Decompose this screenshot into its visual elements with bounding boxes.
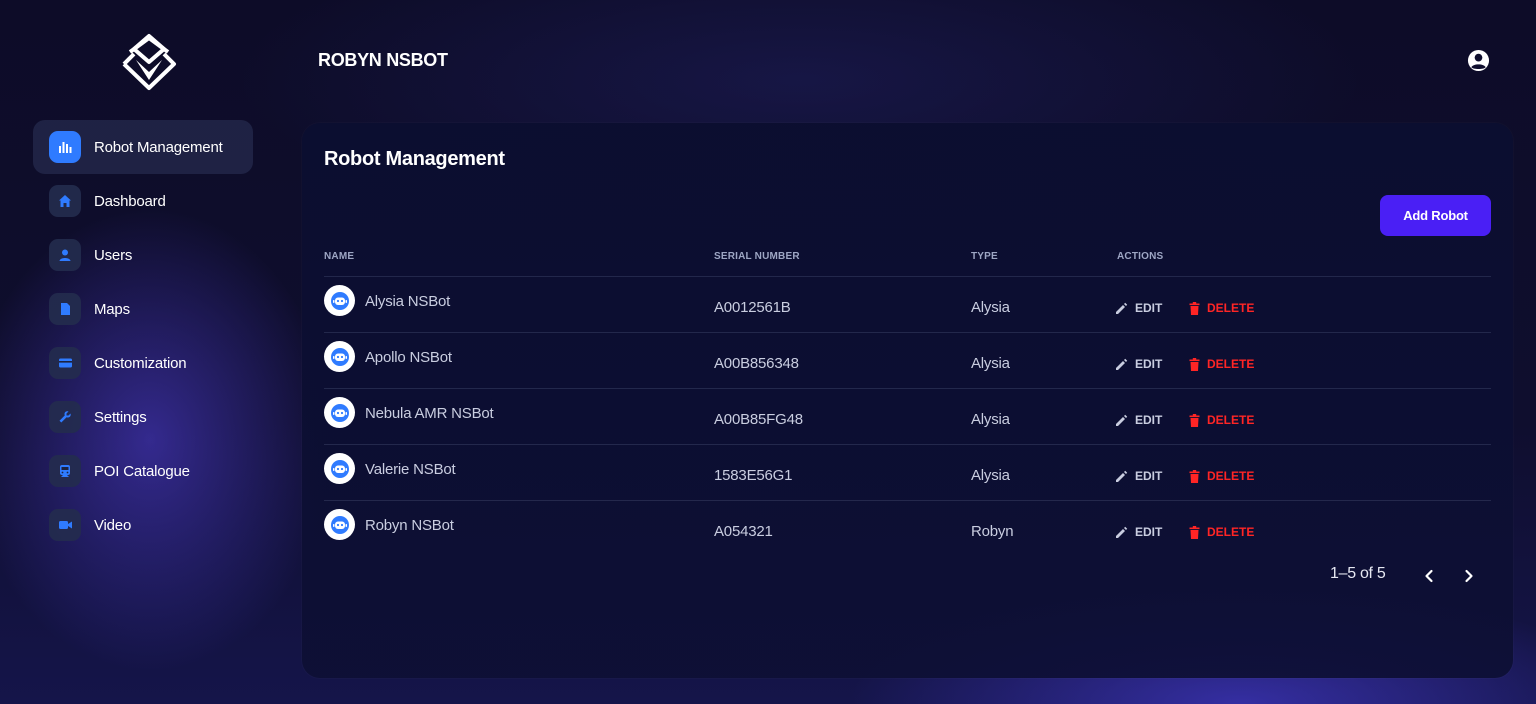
edit-button[interactable]: EDIT xyxy=(1115,301,1162,315)
next-page-button[interactable] xyxy=(1461,567,1477,585)
sidebar-item-video[interactable]: Video xyxy=(33,498,253,552)
delete-label: DELETE xyxy=(1207,301,1255,315)
column-header-type[interactable]: TYPE xyxy=(971,251,998,262)
pencil-icon xyxy=(1116,414,1128,426)
edit-button[interactable]: EDIT xyxy=(1115,525,1162,539)
table-row: Valerie NSBot 1583E56G1 Alysia EDIT DELE… xyxy=(324,445,1491,501)
table-row: Nebula AMR NSBot A00B85FG48 Alysia EDIT … xyxy=(324,389,1491,445)
pencil-icon xyxy=(1116,302,1128,314)
table-row: Apollo NSBot A00B856348 Alysia EDIT DELE… xyxy=(324,333,1491,389)
column-header-actions: ACTIONS xyxy=(1117,251,1164,262)
sidebar-item-label: Users xyxy=(94,246,133,264)
delete-button[interactable]: DELETE xyxy=(1189,469,1254,483)
robot-name: Valerie NSBot xyxy=(365,461,456,478)
robot-type: Alysia xyxy=(971,299,1010,316)
table-row: Alysia NSBot A0012561B Alysia EDIT DELET… xyxy=(324,277,1491,333)
edit-button[interactable]: EDIT xyxy=(1115,413,1162,427)
trash-icon xyxy=(1189,413,1200,427)
pencil-icon xyxy=(1116,526,1128,538)
sidebar-item-label: Robot Management xyxy=(94,138,223,156)
previous-page-button[interactable] xyxy=(1421,567,1437,585)
delete-label: DELETE xyxy=(1207,357,1255,371)
trash-icon xyxy=(1189,357,1200,371)
edit-label: EDIT xyxy=(1135,525,1163,539)
robot-type: Alysia xyxy=(971,411,1010,428)
robot-serial-number: A00B856348 xyxy=(714,355,799,372)
tram-icon xyxy=(49,455,81,487)
sidebar-item-users[interactable]: Users xyxy=(33,228,253,282)
app-title: ROBYN NSBOT xyxy=(318,50,448,70)
robot-name: Alysia NSBot xyxy=(365,293,451,310)
edit-label: EDIT xyxy=(1135,469,1163,483)
chevron-right-icon xyxy=(1465,569,1473,583)
robot-name: Apollo NSBot xyxy=(365,349,452,366)
robot-name: Nebula AMR NSBot xyxy=(365,405,494,422)
user-icon xyxy=(49,239,81,271)
robot-avatar-icon xyxy=(324,453,355,484)
delete-label: DELETE xyxy=(1207,525,1255,539)
column-header-name[interactable]: NAME xyxy=(324,251,354,262)
add-robot-button[interactable]: Add Robot xyxy=(1380,195,1491,236)
chevron-left-icon xyxy=(1425,569,1433,583)
wrench-icon xyxy=(49,401,81,433)
sidebar-item-label: Dashboard xyxy=(94,192,166,210)
brand-logo xyxy=(118,32,180,92)
delete-button[interactable]: DELETE xyxy=(1189,301,1254,315)
pagination-info: 1–5 of 5 xyxy=(1330,565,1386,582)
delete-button[interactable]: DELETE xyxy=(1189,357,1254,371)
edit-button[interactable]: EDIT xyxy=(1115,469,1162,483)
sidebar-item-customization[interactable]: Customization xyxy=(33,336,253,390)
video-camera-icon xyxy=(49,509,81,541)
sidebar-item-poi-catalogue[interactable]: POI Catalogue xyxy=(33,444,253,498)
trash-icon xyxy=(1189,469,1200,483)
home-icon xyxy=(49,185,81,217)
edit-label: EDIT xyxy=(1135,357,1163,371)
pencil-icon xyxy=(1116,358,1128,370)
robot-serial-number: 1583E56G1 xyxy=(714,467,793,484)
robot-serial-number: A054321 xyxy=(714,523,773,540)
sidebar-item-maps[interactable]: Maps xyxy=(33,282,253,336)
robot-type: Alysia xyxy=(971,355,1010,372)
sidebar-item-label: Video xyxy=(94,516,132,534)
table-header: NAME SERIAL NUMBER TYPE ACTIONS xyxy=(324,235,1491,277)
robot-management-panel: Robot Management Add Robot NAME SERIAL N… xyxy=(302,123,1513,678)
sidebar-item-settings[interactable]: Settings xyxy=(33,390,253,444)
bar-chart-icon xyxy=(49,131,81,163)
edit-label: EDIT xyxy=(1135,413,1163,427)
card-icon xyxy=(49,347,81,379)
pencil-icon xyxy=(1116,470,1128,482)
delete-label: DELETE xyxy=(1207,413,1255,427)
sidebar-item-label: POI Catalogue xyxy=(94,462,190,480)
robot-serial-number: A0012561B xyxy=(714,299,791,316)
edit-label: EDIT xyxy=(1135,301,1163,315)
trash-icon xyxy=(1189,301,1200,315)
sidebar-item-robot-management[interactable]: Robot Management xyxy=(33,120,253,174)
sidebar-item-label: Customization xyxy=(94,354,187,372)
sidebar-item-label: Settings xyxy=(94,408,147,426)
robots-table: NAME SERIAL NUMBER TYPE ACTIONS Alysia N… xyxy=(324,235,1491,556)
delete-button[interactable]: DELETE xyxy=(1189,525,1254,539)
column-header-serial-number[interactable]: SERIAL NUMBER xyxy=(714,251,800,262)
sidebar: Robot Management Dashboard Users Maps Cu… xyxy=(33,120,253,552)
trash-icon xyxy=(1189,525,1200,539)
document-icon xyxy=(49,293,81,325)
table-row: Robyn NSBot A054321 Robyn EDIT DELETE xyxy=(324,501,1491,556)
sidebar-item-dashboard[interactable]: Dashboard xyxy=(33,174,253,228)
robot-avatar-icon xyxy=(324,285,355,316)
delete-button[interactable]: DELETE xyxy=(1189,413,1254,427)
robot-type: Robyn xyxy=(971,523,1014,540)
delete-label: DELETE xyxy=(1207,469,1255,483)
robot-avatar-icon xyxy=(324,509,355,540)
account-icon[interactable] xyxy=(1467,49,1490,72)
page-title: Robot Management xyxy=(324,148,505,170)
robot-serial-number: A00B85FG48 xyxy=(714,411,803,428)
sidebar-item-label: Maps xyxy=(94,300,130,318)
edit-button[interactable]: EDIT xyxy=(1115,357,1162,371)
robot-type: Alysia xyxy=(971,467,1010,484)
robot-avatar-icon xyxy=(324,341,355,372)
robot-avatar-icon xyxy=(324,397,355,428)
robot-name: Robyn NSBot xyxy=(365,517,454,534)
